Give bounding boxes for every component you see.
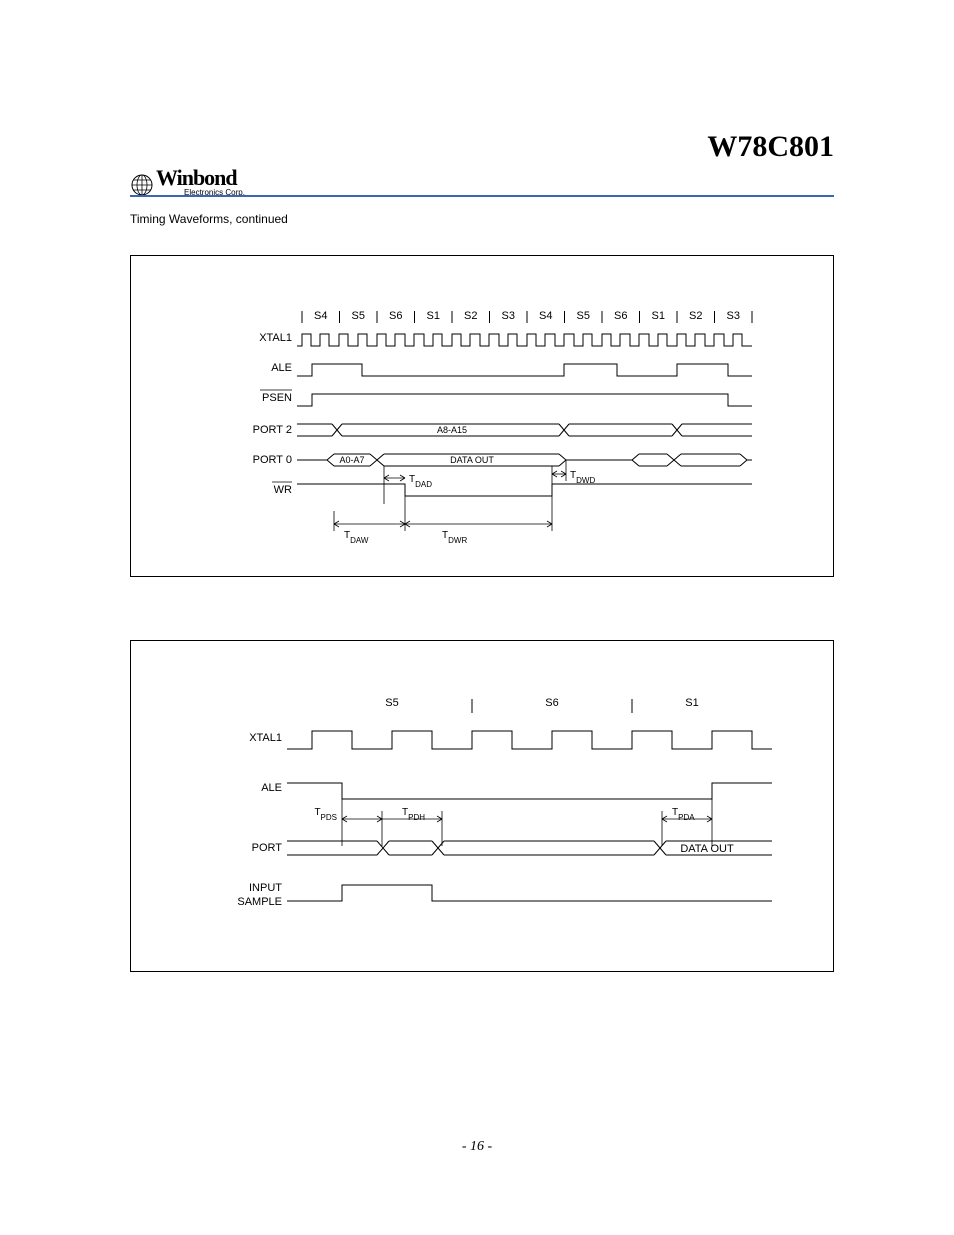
timing-diagram-port-sample: S5 S6 S1 XTAL1 ALE <box>130 640 834 972</box>
part-number: W78C801 <box>707 130 834 164</box>
logo-text: Winbond <box>156 165 237 190</box>
signal-port: PORT DATA OUT <box>252 841 772 855</box>
signal-wr: WR <box>272 482 752 496</box>
svg-text:TDAD: TDAD <box>409 474 432 489</box>
state-header: S4 S5 S6 S1 S2 S3 S4 S5 S6 S1 S2 S3 <box>302 310 752 323</box>
globe-icon <box>130 173 156 197</box>
section-title: Timing Waveforms, continued <box>130 212 288 226</box>
svg-text:S4: S4 <box>539 310 552 322</box>
timing-annotations-upper: TDAD TDWD <box>384 460 595 504</box>
company-logo: Winbond Electronics Corp. <box>130 165 245 197</box>
state-header-2: S5 S6 S1 <box>385 697 698 713</box>
header-divider <box>130 195 834 197</box>
svg-text:S4: S4 <box>314 310 327 322</box>
svg-text:S6: S6 <box>545 697 558 709</box>
svg-text:S5: S5 <box>385 697 398 709</box>
svg-text:S3: S3 <box>502 310 515 322</box>
svg-text:S1: S1 <box>427 310 440 322</box>
svg-text:S3: S3 <box>727 310 740 322</box>
svg-text:INPUT: INPUT <box>249 882 282 894</box>
svg-text:PORT: PORT <box>252 842 283 854</box>
svg-text:PORT 0: PORT 0 <box>253 454 292 466</box>
svg-text:XTAL1: XTAL1 <box>249 732 282 744</box>
svg-text:DATA OUT: DATA OUT <box>450 455 494 465</box>
svg-text:XTAL1: XTAL1 <box>259 332 292 344</box>
svg-text:TDWR: TDWR <box>442 530 467 545</box>
timing-diagram-write-cycle: S4 S5 S6 S1 S2 S3 S4 S5 S6 S1 S2 S3 XTAL… <box>130 255 834 577</box>
svg-text:TDAW: TDAW <box>344 530 369 545</box>
signal-input-sample: INPUT SAMPLE <box>237 882 772 908</box>
svg-text:S1: S1 <box>685 697 698 709</box>
svg-text:A0-A7: A0-A7 <box>339 455 364 465</box>
svg-text:ALE: ALE <box>271 362 292 374</box>
svg-text:S5: S5 <box>352 310 365 322</box>
svg-text:ALE: ALE <box>261 782 282 794</box>
signal-port0: PORT 0 A0-A7 DATA OUT <box>253 454 752 466</box>
svg-text:S2: S2 <box>464 310 477 322</box>
signal-ale: ALE <box>271 362 752 376</box>
page-number: - 16 - <box>0 1139 954 1155</box>
signal-psen: PSEN <box>260 390 752 406</box>
signal-xtal1: XTAL1 <box>259 332 752 346</box>
svg-text:S2: S2 <box>689 310 702 322</box>
svg-text:PSEN: PSEN <box>262 392 292 404</box>
svg-text:TDWD: TDWD <box>570 470 595 485</box>
signal-xtal1-2: XTAL1 <box>249 731 772 749</box>
svg-text:SAMPLE: SAMPLE <box>237 896 282 908</box>
svg-text:WR: WR <box>274 484 292 496</box>
svg-text:DATA OUT: DATA OUT <box>680 843 734 855</box>
svg-text:S6: S6 <box>614 310 627 322</box>
timing-annotations-2: TPDS TPDH TPDA <box>314 799 712 846</box>
signal-port2: PORT 2 A8-A15 <box>253 424 752 436</box>
svg-text:TPDS: TPDS <box>314 807 337 822</box>
timing-annotations-lower: TDAW TDWR <box>334 504 552 545</box>
page: W78C801 Winbond Electronics Corp. Timing… <box>0 0 954 1235</box>
svg-text:S1: S1 <box>652 310 665 322</box>
svg-text:PORT 2: PORT 2 <box>253 424 292 436</box>
svg-text:S5: S5 <box>577 310 590 322</box>
signal-ale-2: ALE <box>261 782 772 799</box>
svg-text:S6: S6 <box>389 310 402 322</box>
svg-text:A8-A15: A8-A15 <box>437 425 467 435</box>
